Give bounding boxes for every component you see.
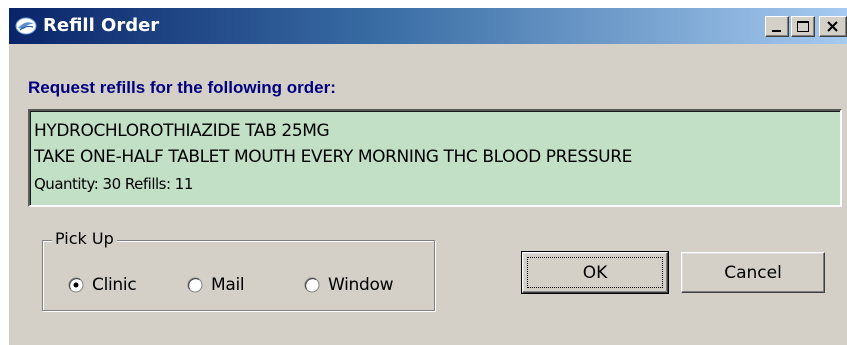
refill-order-dialog: Refill Order Request refills for the fol… <box>8 7 847 345</box>
title-bar[interactable]: Refill Order <box>9 8 847 44</box>
cancel-button[interactable]: Cancel <box>681 252 825 293</box>
pickup-group: Pick Up Clinic Mail Window <box>42 229 435 311</box>
maximize-icon <box>797 21 809 32</box>
minimize-button[interactable] <box>765 16 789 37</box>
pickup-radio-clinic-label: Clinic <box>92 275 137 295</box>
order-details-box: HYDROCHLOROTHIAZIDE TAB 25MG TAKE ONE-HA… <box>28 109 842 207</box>
focus-rectangle <box>527 257 663 288</box>
radio-unselected-icon <box>304 277 320 293</box>
maximize-button[interactable] <box>791 16 815 37</box>
pickup-group-label: Pick Up <box>52 229 117 249</box>
pickup-radio-mail[interactable]: Mail <box>187 274 245 296</box>
radio-unselected-icon <box>187 277 203 293</box>
close-button[interactable] <box>819 16 847 37</box>
pickup-radio-window-label: Window <box>328 275 394 295</box>
window-title: Refill Order <box>43 15 160 36</box>
radio-selected-icon <box>68 277 84 293</box>
ok-button[interactable]: OK <box>521 251 669 294</box>
order-quantity-refills: Quantity: 30 Refills: 11 <box>34 175 193 193</box>
minimize-icon <box>772 30 781 32</box>
order-drug-name: HYDROCHLOROTHIAZIDE TAB 25MG <box>34 121 330 141</box>
pickup-radio-clinic[interactable]: Clinic <box>68 274 137 296</box>
app-icon <box>15 17 37 35</box>
cancel-button-label: Cancel <box>724 262 782 283</box>
pickup-radio-window[interactable]: Window <box>304 274 394 296</box>
order-sig: TAKE ONE-HALF TABLET MOUTH EVERY MORNING… <box>34 147 632 167</box>
pickup-radio-mail-label: Mail <box>211 275 245 295</box>
dialog-heading: Request refills for the following order: <box>28 78 336 97</box>
close-icon <box>827 21 838 32</box>
